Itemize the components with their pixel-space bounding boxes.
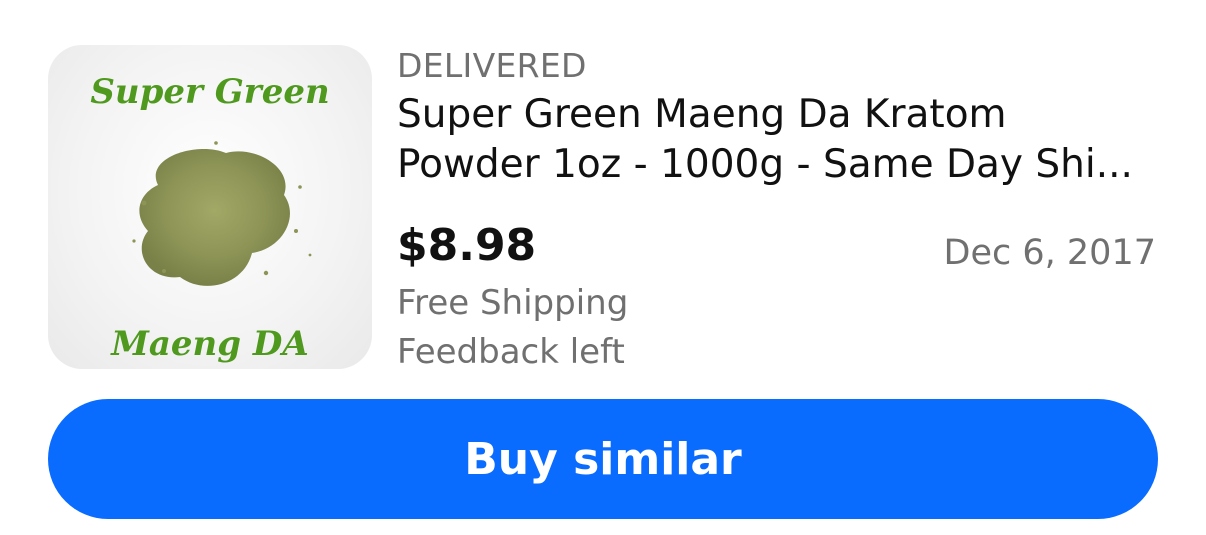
kratom-powder-image: Super Green Maeng DA bbox=[90, 72, 329, 364]
item-price: $8.98 bbox=[397, 220, 537, 271]
item-title-line-1: Super Green Maeng Da Kratom bbox=[397, 92, 1007, 137]
image-bottom-text: Maeng DA bbox=[110, 324, 309, 364]
image-top-text: Super Green bbox=[90, 72, 329, 112]
order-date: Dec 6, 2017 bbox=[943, 233, 1156, 273]
item-title[interactable]: Super Green Maeng Da Kratom Powder 1oz -… bbox=[397, 90, 1167, 190]
item-title-line-2: Powder 1oz - 1000g - Same Day Shi... bbox=[397, 142, 1133, 187]
order-status: DELIVERED bbox=[397, 46, 587, 85]
shipping-info: Free Shipping bbox=[397, 283, 629, 323]
buy-similar-button[interactable]: Buy similar bbox=[48, 399, 1158, 519]
feedback-status: Feedback left bbox=[397, 332, 625, 372]
product-thumbnail[interactable]: Super Green Maeng DA bbox=[48, 45, 372, 369]
